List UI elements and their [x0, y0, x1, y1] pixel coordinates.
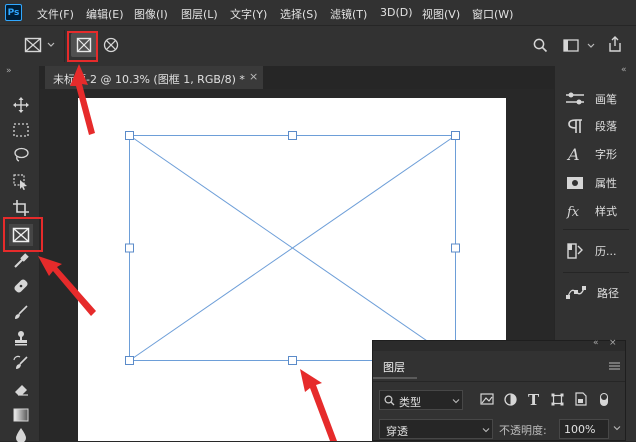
arrow-up-icon	[70, 64, 95, 135]
annotation-arrows	[38, 64, 337, 441]
arrow-up-icon	[300, 369, 337, 441]
arrow-up-left-icon	[38, 256, 96, 316]
